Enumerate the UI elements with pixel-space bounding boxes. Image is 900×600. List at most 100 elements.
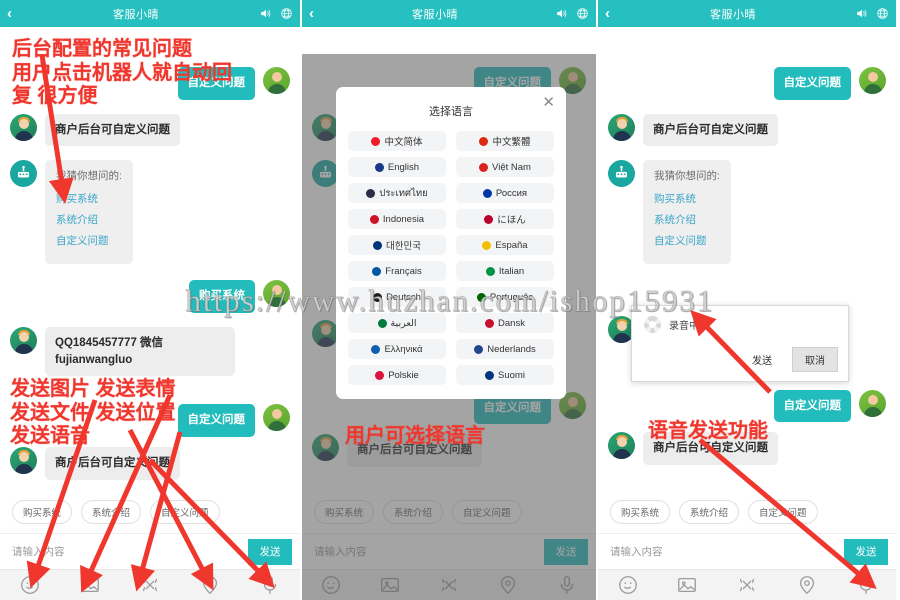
location-icon[interactable] bbox=[796, 574, 818, 596]
recording-send-button[interactable]: 发送 bbox=[740, 348, 784, 371]
language-option-label: Português bbox=[489, 291, 534, 303]
language-option[interactable]: にほん bbox=[456, 209, 554, 229]
language-option[interactable]: Việt Nam bbox=[456, 157, 554, 177]
chat-bubble-incoming: 商户后台可自定义问题 bbox=[45, 446, 180, 480]
close-icon[interactable]: ✕ bbox=[542, 95, 555, 110]
message-list[interactable]: 自定义问题 商户后台可自定义问题 我猜你想问的: 购买系统 bbox=[598, 27, 896, 533]
chat-body: 自定义问题 商户后台可自定义问题 我猜你想问的: 购买系统 bbox=[598, 27, 896, 600]
message-row-in: 商户后台可自定义问题 bbox=[608, 113, 886, 147]
flag-icon bbox=[485, 370, 495, 380]
chip-intro[interactable]: 系统介绍 bbox=[81, 500, 142, 524]
language-option[interactable]: Italian bbox=[456, 261, 554, 281]
language-option-label: España bbox=[495, 239, 528, 251]
language-option[interactable]: Nederlands bbox=[456, 339, 554, 359]
microphone-icon[interactable] bbox=[855, 574, 877, 596]
faq-link-custom[interactable]: 自定义问题 bbox=[56, 234, 122, 249]
chat-bubble-incoming: 商户后台可自定义问题 bbox=[45, 113, 180, 147]
faq-link-intro[interactable]: 系统介绍 bbox=[56, 213, 122, 228]
message-list[interactable]: 自定义问题 商户后台可自定义问题 我猜你想问的: 购买系统 bbox=[0, 27, 300, 533]
send-button[interactable]: 发送 bbox=[248, 538, 292, 565]
back-button[interactable]: ‹ bbox=[605, 6, 623, 21]
send-button[interactable]: 发送 bbox=[844, 538, 888, 565]
avatar-bot bbox=[10, 160, 37, 188]
file-icon[interactable] bbox=[139, 574, 161, 596]
flag-icon bbox=[373, 292, 383, 302]
language-option-label: ประเทศไทย bbox=[379, 187, 428, 199]
message-row-out-purchase: 购买系统 bbox=[10, 280, 290, 313]
image-icon[interactable] bbox=[79, 574, 101, 596]
language-option[interactable]: ประเทศไทย bbox=[348, 183, 446, 203]
robot-icon bbox=[10, 160, 37, 187]
faq-link-custom[interactable]: 自定义问题 bbox=[654, 234, 720, 249]
speaker-icon[interactable] bbox=[259, 7, 272, 20]
quick-reply-chips: 购买系统 系统介绍 自定义问题 bbox=[598, 500, 896, 533]
smiley-icon[interactable] bbox=[617, 574, 639, 596]
language-option[interactable]: Indonesia bbox=[348, 209, 446, 229]
faq-lead-text: 我猜你想问的: bbox=[56, 170, 122, 183]
flag-icon bbox=[479, 136, 489, 146]
language-option[interactable]: 中文简体 bbox=[348, 131, 446, 151]
tool-bar bbox=[0, 569, 300, 600]
language-option[interactable]: Português bbox=[456, 287, 554, 307]
composer: 购买系统 系统介绍 自定义问题 请输入内容 发送 bbox=[0, 500, 300, 600]
back-button[interactable]: ‹ bbox=[309, 6, 327, 21]
faq-link-intro[interactable]: 系统介绍 bbox=[654, 213, 720, 228]
robot-icon bbox=[608, 160, 635, 187]
faq-lead-text: 我猜你想问的: bbox=[654, 170, 720, 183]
language-option[interactable]: España bbox=[456, 235, 554, 255]
loading-spinner-icon bbox=[644, 316, 661, 333]
language-option[interactable]: Polskie bbox=[348, 365, 446, 385]
globe-icon[interactable] bbox=[280, 7, 293, 20]
flag-icon bbox=[377, 318, 387, 328]
message-input[interactable]: 请输入内容 bbox=[610, 544, 844, 559]
flag-icon bbox=[371, 136, 381, 146]
microphone-icon[interactable] bbox=[259, 574, 281, 596]
image-icon[interactable] bbox=[676, 574, 698, 596]
faq-link-buy[interactable]: 购买系统 bbox=[56, 192, 122, 207]
globe-icon[interactable] bbox=[576, 7, 589, 20]
language-option[interactable]: العربية bbox=[348, 313, 446, 333]
language-option[interactable]: 대한민국 bbox=[348, 235, 446, 255]
language-option[interactable]: Россия bbox=[456, 183, 554, 203]
recording-dialog: 录音中... 发送 取消 bbox=[631, 305, 849, 382]
chip-custom[interactable]: 自定义问题 bbox=[748, 500, 818, 524]
app-header: ‹ 客服小晴 bbox=[302, 0, 596, 27]
speaker-icon[interactable] bbox=[855, 7, 868, 20]
language-option[interactable]: 中文繁體 bbox=[456, 131, 554, 151]
chat-bubble-incoming: 商户后台可自定义问题 bbox=[643, 113, 778, 147]
chip-buy[interactable]: 购买系统 bbox=[12, 500, 73, 524]
language-option[interactable]: English bbox=[348, 157, 446, 177]
language-option[interactable]: Dansk bbox=[456, 313, 554, 333]
language-option[interactable]: Ελληνικά bbox=[348, 339, 446, 359]
tool-bar bbox=[598, 569, 896, 600]
quick-reply-chips: 购买系统 系统介绍 自定义问题 bbox=[0, 500, 300, 533]
panel-chat-faq: ‹ 客服小晴 自定义问题 商户后台可自定义问题 我猜你想问的: 购买系统 系统介… bbox=[0, 0, 300, 600]
flag-icon bbox=[371, 344, 381, 354]
language-option-label: Français bbox=[385, 265, 422, 277]
chat-bubble-outgoing: 自定义问题 bbox=[177, 404, 255, 437]
language-option[interactable]: Deutsch bbox=[348, 287, 446, 307]
recording-cancel-button[interactable]: 取消 bbox=[792, 347, 838, 372]
chat-bubble-outgoing: 自定义问题 bbox=[773, 67, 851, 100]
language-option[interactable]: Suomi bbox=[456, 365, 554, 385]
chip-custom[interactable]: 自定义问题 bbox=[150, 500, 220, 524]
chip-intro[interactable]: 系统介绍 bbox=[679, 500, 740, 524]
language-option-label: Polskie bbox=[388, 369, 419, 381]
faq-card: 我猜你想问的: 购买系统 系统介绍 自定义问题 bbox=[45, 160, 133, 265]
language-option[interactable]: Français bbox=[348, 261, 446, 281]
message-row-out: 自定义问题 bbox=[608, 67, 886, 100]
back-button[interactable]: ‹ bbox=[7, 6, 25, 21]
globe-icon[interactable] bbox=[876, 7, 889, 20]
message-input[interactable]: 请输入内容 bbox=[12, 544, 248, 559]
page-title: 客服小晴 bbox=[412, 8, 458, 21]
speaker-icon[interactable] bbox=[555, 7, 568, 20]
smiley-icon[interactable] bbox=[19, 574, 41, 596]
faq-link-buy[interactable]: 购买系统 bbox=[654, 192, 720, 207]
chip-buy[interactable]: 购买系统 bbox=[610, 500, 671, 524]
language-modal: ✕ 选择语言 中文简体 中文繁體 English Việt Nam ประเทศไทย Р… bbox=[336, 87, 566, 399]
screenshot-root: ‹ 客服小晴 自定义问题 商户后台可自定义问题 我猜你想问的: 购买系统 系统介… bbox=[0, 0, 900, 600]
location-icon[interactable] bbox=[199, 574, 221, 596]
file-icon[interactable] bbox=[736, 574, 758, 596]
message-row-in: 商户后台可自定义问题 bbox=[10, 113, 290, 147]
language-option-label: 中文简体 bbox=[384, 137, 423, 148]
